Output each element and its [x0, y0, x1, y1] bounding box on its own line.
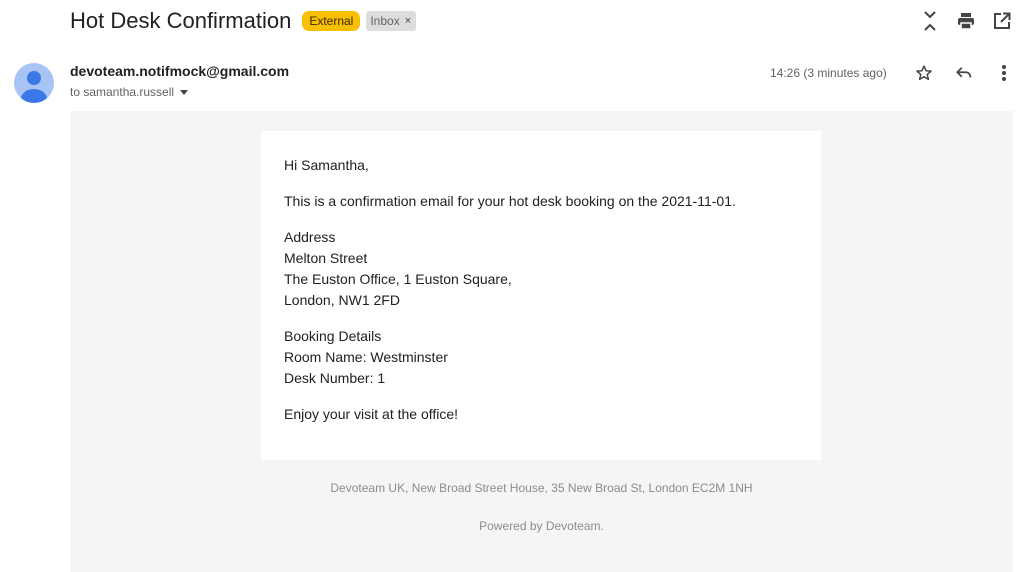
email-body: Hi Samantha, This is a confirmation emai… [70, 111, 1013, 572]
inbox-label: Inbox × [366, 11, 417, 31]
recipient-line: to samantha.russell [70, 85, 189, 99]
sender-avatar [14, 63, 54, 103]
intro-text: This is a confirmation email for your ho… [284, 193, 736, 209]
message-card: Hi Samantha, This is a confirmation emai… [261, 131, 821, 460]
star-icon[interactable] [904, 60, 944, 86]
booking-heading: Booking Details [284, 328, 382, 344]
footer-address: Devoteam UK, New Broad Street House, 35 … [330, 481, 753, 495]
greeting: Hi Samantha, [284, 157, 369, 173]
email-timestamp: 14:26 (3 minutes ago) [770, 66, 887, 80]
more-vert-icon[interactable] [984, 60, 1020, 86]
external-label: External [302, 11, 361, 31]
print-icon[interactable] [948, 8, 984, 34]
remove-label-icon[interactable]: × [405, 14, 411, 28]
thread-actions [912, 8, 1020, 34]
reply-icon[interactable] [944, 60, 984, 86]
show-details-caret-icon[interactable] [180, 89, 189, 95]
address-line-3: London, NW1 2FD [284, 292, 400, 308]
open-in-new-window-icon[interactable] [984, 8, 1020, 34]
address-heading: Address [284, 229, 336, 245]
address-line-2: The Euston Office, 1 Euston Square, [284, 271, 512, 287]
sender-address[interactable]: devoteam.notifmock@gmail.com [70, 63, 289, 79]
booking-details-block: Booking Details Room Name: Westminster D… [284, 326, 798, 389]
address-block: Address Melton Street The Euston Office,… [284, 227, 798, 311]
message-actions [904, 60, 1020, 86]
closing-text: Enjoy your visit at the office! [284, 406, 459, 422]
room-name: Room Name: Westminster [284, 349, 448, 365]
collapse-all-icon[interactable] [912, 8, 948, 34]
address-line-1: Melton Street [284, 250, 368, 266]
desk-number: Desk Number: 1 [284, 370, 386, 386]
email-subject: Hot Desk Confirmation [70, 8, 292, 33]
inbox-label-text: Inbox [370, 14, 400, 28]
footer-powered-by: Powered by Devoteam. [479, 519, 604, 533]
subject-row: Hot Desk Confirmation External Inbox × [70, 6, 417, 36]
recipient-text: to samantha.russell [70, 85, 175, 99]
